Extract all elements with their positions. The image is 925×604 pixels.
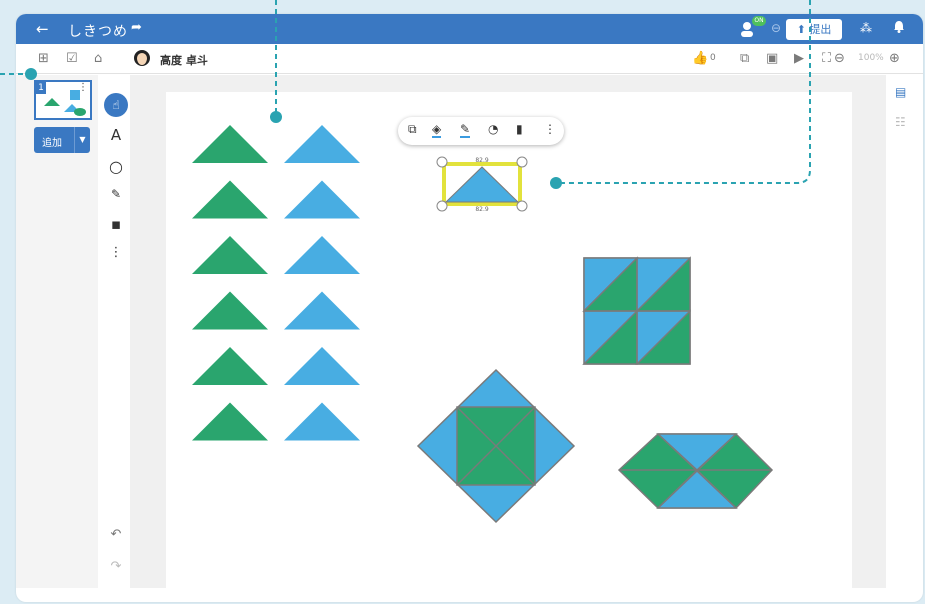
green-triangle[interactable] <box>192 180 268 219</box>
resize-handle <box>516 156 528 168</box>
hexagon-tiling[interactable] <box>617 433 774 509</box>
blue-triangle[interactable] <box>284 180 360 219</box>
blue-triangle[interactable] <box>284 291 360 330</box>
square-tiling[interactable] <box>582 256 691 365</box>
selected-blue-triangle <box>444 166 520 203</box>
callout-lines <box>0 0 811 184</box>
blue-triangle[interactable] <box>284 347 360 385</box>
blue-triangle[interactable] <box>284 236 360 274</box>
diamond-tiling[interactable] <box>416 368 576 524</box>
resize-handle <box>436 200 448 212</box>
green-triangle[interactable] <box>192 291 268 330</box>
height-label: 82.9 <box>475 206 489 213</box>
callout-dot <box>25 68 37 80</box>
stroke-color-icon[interactable]: ✎ <box>460 122 471 138</box>
resize-handle <box>516 200 528 212</box>
blue-triangle[interactable] <box>284 125 360 163</box>
blue-triangle[interactable] <box>284 402 360 441</box>
green-triangle[interactable] <box>192 236 268 274</box>
copy-shape-icon[interactable]: ⧉ <box>408 122 417 137</box>
resize-handle <box>436 156 448 168</box>
green-triangle[interactable] <box>192 347 268 385</box>
green-triangle[interactable] <box>192 125 268 163</box>
callout-dot <box>270 111 282 123</box>
width-label: 82.9 <box>475 157 489 164</box>
delete-icon[interactable]: ▮ <box>516 122 523 136</box>
selected-triangle[interactable]: 82.9 82.9 <box>436 156 528 213</box>
shapes-layer: 82.9 82.9 <box>0 0 811 524</box>
more-icon[interactable]: ⋮ <box>544 122 556 136</box>
fill-color-icon[interactable]: ◈ <box>432 122 442 138</box>
callout-dot <box>550 177 562 189</box>
triangle-grid <box>192 125 360 441</box>
opacity-icon[interactable]: ◔ <box>488 122 498 136</box>
green-triangle[interactable] <box>192 402 268 441</box>
shape-toolbar: ⧉ ◈ ✎ ◔ ▮ ⋮ <box>398 117 564 145</box>
